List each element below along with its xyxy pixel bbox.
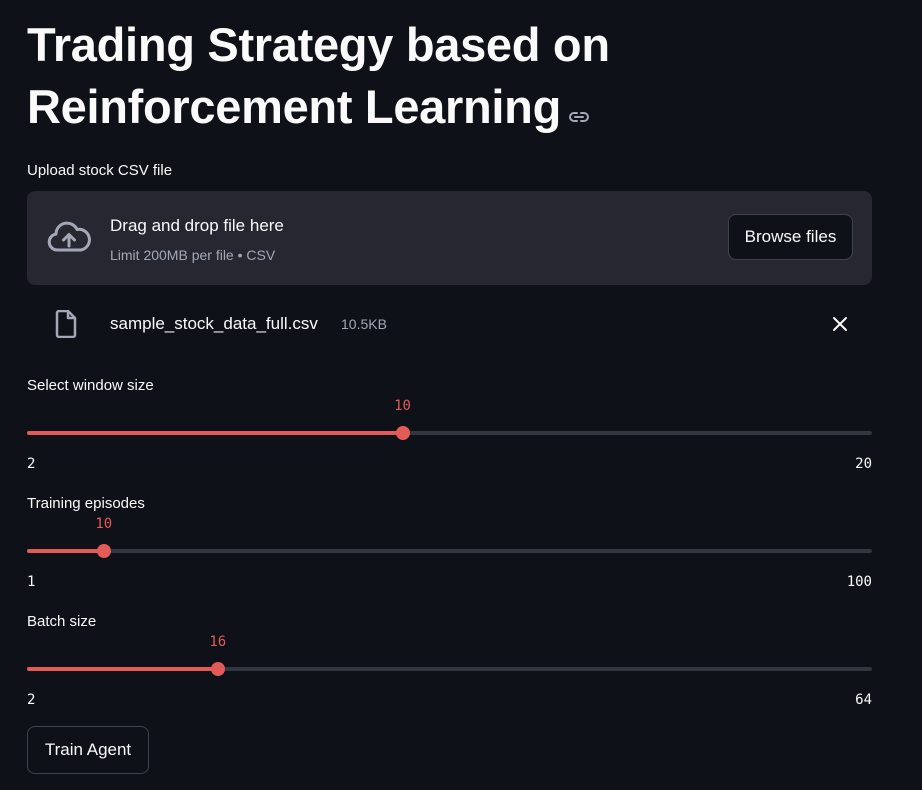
window-size-slider[interactable]: 10 2 20 [27, 392, 872, 472]
slider-fill [27, 667, 218, 671]
page-title-line-1: Trading Strategy based on [27, 18, 610, 71]
slider-thumb[interactable] [210, 662, 225, 676]
dropzone-instructions: Drag and drop file here [110, 216, 284, 235]
slider-max: 64 [855, 692, 872, 708]
slider-track[interactable] [27, 549, 872, 553]
train-agent-button[interactable]: Train Agent [27, 726, 149, 774]
slider-fill [27, 549, 104, 553]
dropzone-limit: Limit 200MB per file • CSV [110, 247, 276, 263]
page-title-line-2-text: Reinforcement Learning [27, 80, 561, 133]
slider-min: 2 [27, 456, 36, 472]
slider-value: 10 [394, 398, 411, 414]
file-size: 10.5KB [341, 316, 387, 332]
training-episodes-slider[interactable]: 10 1 100 [27, 510, 872, 590]
batch-size-slider[interactable]: 16 2 64 [27, 628, 872, 708]
link-icon[interactable] [569, 76, 589, 138]
slider-fill [27, 431, 403, 435]
slider-value: 10 [95, 516, 113, 532]
file-name: sample_stock_data_full.csv [110, 314, 318, 333]
upload-label: Upload stock CSV file [27, 162, 173, 179]
slider-max: 100 [846, 574, 872, 590]
page-title: Trading Strategy based on Reinforcement … [27, 14, 727, 142]
browse-files-button[interactable]: Browse files [728, 214, 853, 260]
slider-thumb[interactable] [96, 544, 111, 558]
slider-min: 2 [27, 692, 36, 708]
slider-min: 1 [27, 574, 36, 590]
slider-value: 16 [209, 634, 227, 650]
file-dropzone[interactable]: Drag and drop file here Limit 200MB per … [27, 191, 872, 285]
uploaded-file-row: sample_stock_data_full.csv 10.5KB [27, 300, 872, 348]
slider-max: 20 [855, 456, 872, 472]
cloud-upload-icon [47, 221, 91, 258]
slider-thumb[interactable] [395, 426, 410, 440]
close-icon[interactable] [830, 314, 850, 334]
file-icon [55, 309, 77, 343]
page-title-line-2: Reinforcement Learning [27, 76, 727, 142]
